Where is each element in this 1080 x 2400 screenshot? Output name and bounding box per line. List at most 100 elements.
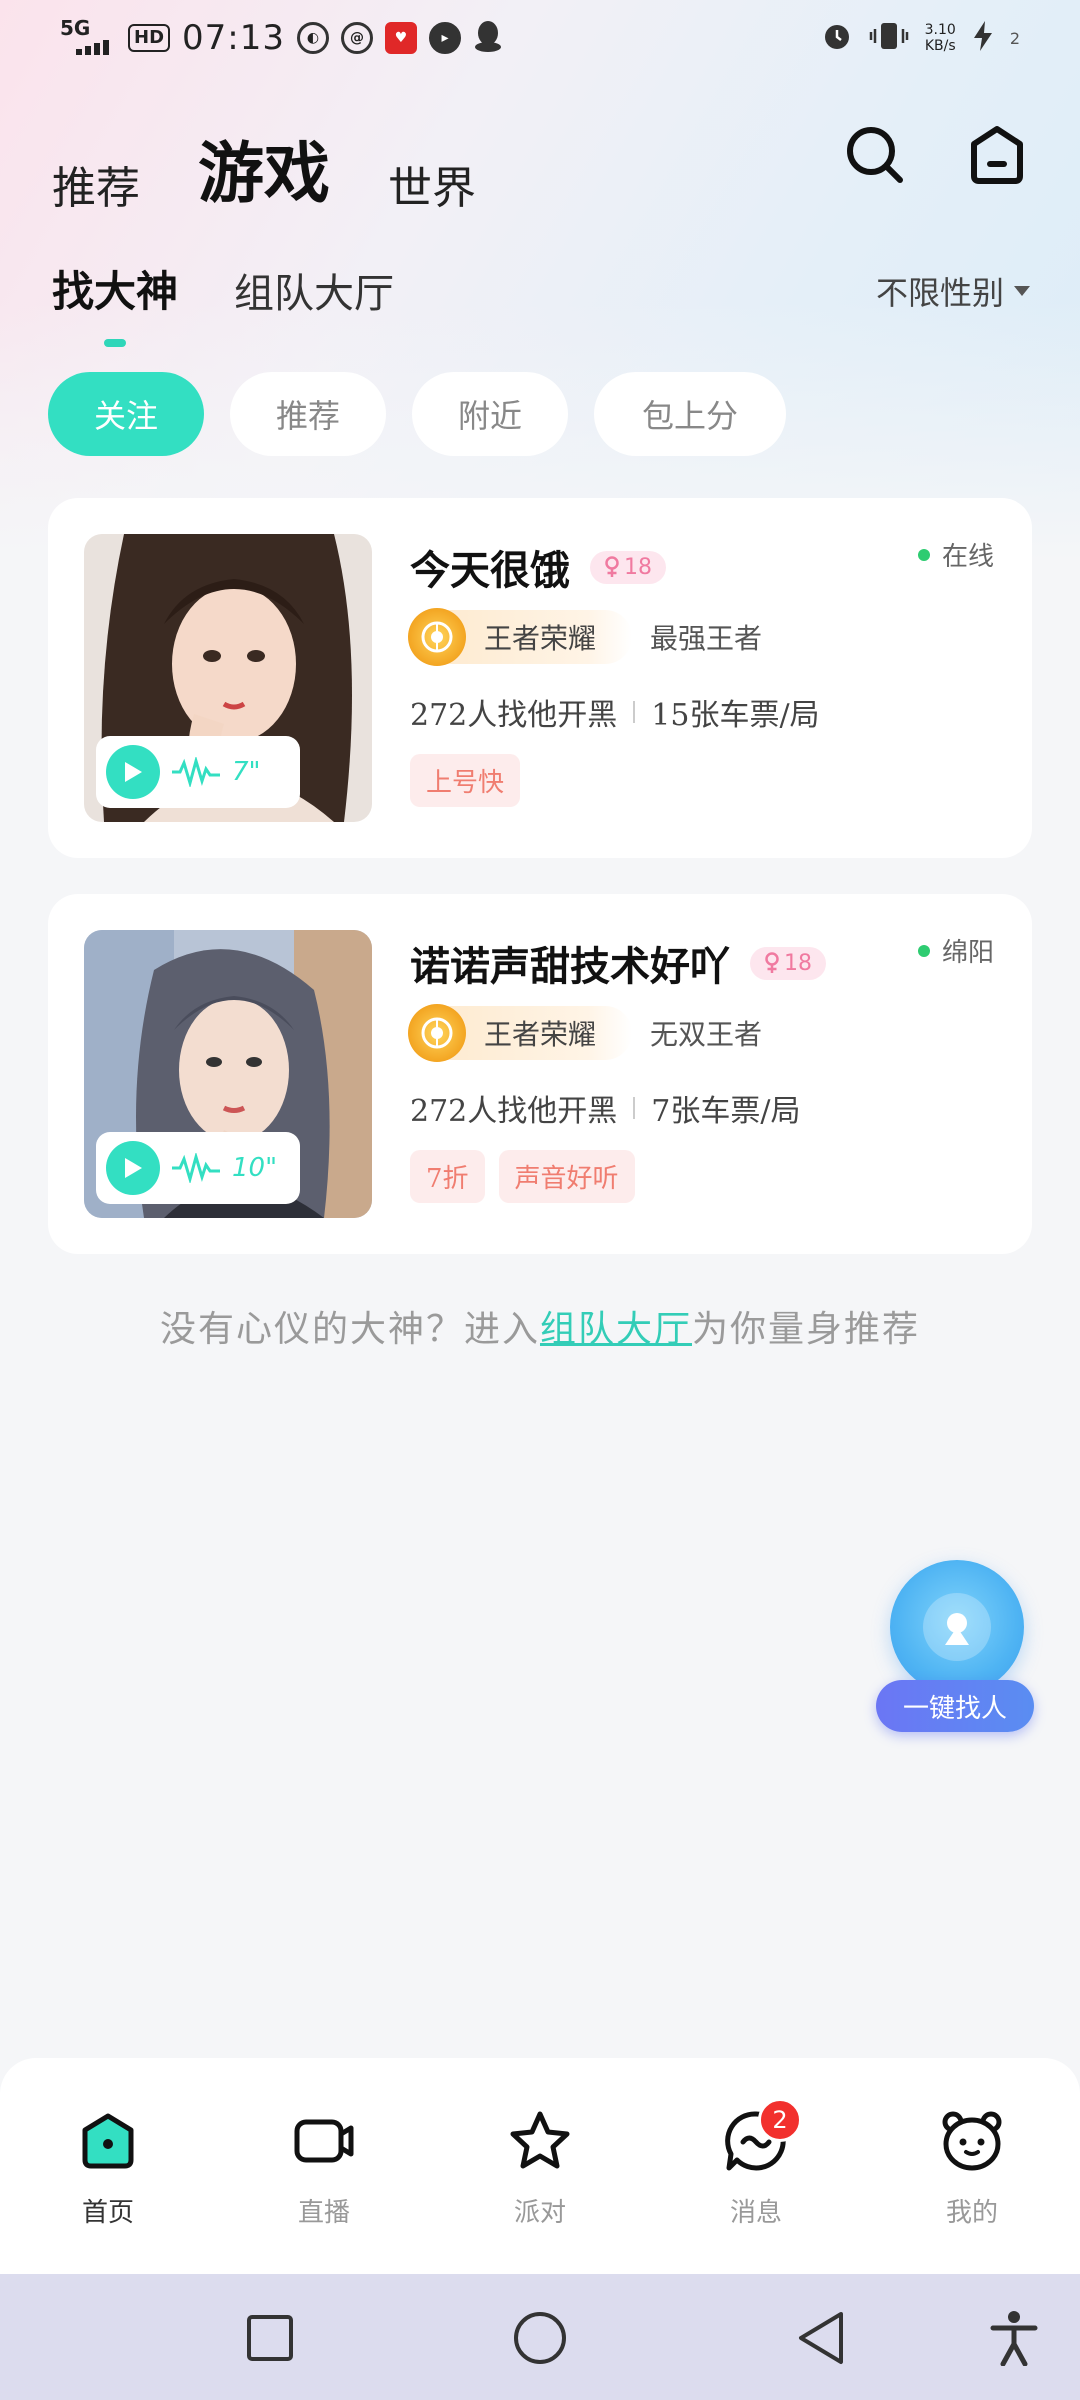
nav-profile[interactable]: 我的 xyxy=(902,2108,1042,2229)
players-count: 272人找他开黑 xyxy=(410,1094,618,1129)
nav-live[interactable]: 直播 xyxy=(254,2108,394,2229)
at-notification-icon: @ xyxy=(341,22,373,54)
app-red-icon: ♥ xyxy=(385,22,417,54)
search-button[interactable] xyxy=(840,120,910,190)
live-camera-icon xyxy=(294,2119,354,2163)
sub-tabs: 找大神 组队大厅 xyxy=(52,258,394,347)
voice-intro[interactable]: 7" xyxy=(96,736,300,808)
app-notification-icon: ◐ xyxy=(297,22,329,54)
pill-recommend[interactable]: 推荐 xyxy=(230,372,386,456)
back-button[interactable] xyxy=(790,2306,854,2370)
chat-notification-icon: ▸ xyxy=(429,22,461,54)
qq-penguin-icon xyxy=(473,19,503,57)
voice-duration: 10" xyxy=(232,1153,278,1183)
player-name-row: 今天很饿 18 xyxy=(410,538,666,596)
player-photo[interactable]: 7" xyxy=(84,534,372,822)
unread-badge: 2 xyxy=(758,2098,802,2142)
pill-rank-boost[interactable]: 包上分 xyxy=(594,372,786,456)
gender-filter-label: 不限性别 xyxy=(875,274,1004,312)
tab-team-hall[interactable]: 组队大厅 xyxy=(234,261,394,319)
alarm-icon xyxy=(821,20,853,56)
home-room-icon xyxy=(971,126,1023,184)
nav-party[interactable]: 派对 xyxy=(470,2108,610,2229)
status-bar: 5G HD 07:13 ◐ @ ♥ ▸ 3.10 KB/s 2 xyxy=(0,0,1080,80)
home-system-button[interactable] xyxy=(508,2306,572,2370)
back-triangle-icon xyxy=(799,2312,843,2364)
divider xyxy=(633,701,636,723)
player-tags: 7折 声音好听 xyxy=(410,1150,635,1203)
player-name-row: 诺诺声甜技术好吖 18 xyxy=(410,934,826,992)
square-icon xyxy=(247,2315,293,2361)
tab-games[interactable]: 游戏 xyxy=(198,120,330,216)
online-dot-icon xyxy=(917,548,930,561)
play-icon xyxy=(106,1141,160,1195)
game-badge: 王者荣耀 xyxy=(408,608,633,666)
home-icon xyxy=(82,2113,134,2169)
game-logo-icon xyxy=(408,1004,466,1062)
team-hall-link[interactable]: 组队大厅 xyxy=(540,1309,692,1350)
waveform-icon xyxy=(170,1153,222,1183)
divider xyxy=(633,1097,636,1119)
search-icon xyxy=(847,127,903,183)
hd-badge: HD xyxy=(128,24,171,52)
top-tabs: 推荐 游戏 世界 xyxy=(52,120,476,216)
clock: 07:13 xyxy=(182,18,285,58)
accessibility-button[interactable] xyxy=(982,2306,1046,2370)
room-button[interactable] xyxy=(962,120,1032,190)
gender-filter-dropdown[interactable]: 不限性别 xyxy=(876,268,1030,314)
profile-bear-icon xyxy=(942,2111,1002,2171)
tab-recommend[interactable]: 推荐 xyxy=(52,152,140,216)
price: 15张车票/局 xyxy=(651,698,820,733)
online-status: 在线 xyxy=(917,536,994,573)
quick-match-button[interactable]: 一键找人 xyxy=(876,1560,1036,1740)
system-navigation-bar xyxy=(0,2274,1080,2400)
voice-duration: 7" xyxy=(232,757,261,787)
pill-nearby[interactable]: 附近 xyxy=(412,372,568,456)
player-rank: 最强王者 xyxy=(650,622,763,655)
pill-follow[interactable]: 关注 xyxy=(48,372,204,456)
waveform-icon xyxy=(170,757,222,787)
game-badge: 王者荣耀 xyxy=(408,1004,633,1062)
signal-indicator: 5G xyxy=(60,18,116,58)
player-photo[interactable]: 10" xyxy=(84,930,372,1218)
charging-icon xyxy=(972,20,994,56)
caret-down-icon xyxy=(1014,286,1030,296)
filter-pills: 关注 推荐 附近 包上分 xyxy=(48,372,786,456)
party-star-icon xyxy=(510,2111,570,2169)
battery-level: 2 xyxy=(1009,28,1020,48)
tab-world[interactable]: 世界 xyxy=(388,152,476,216)
player-stats: 272人找他开黑 7张车票/局 xyxy=(410,1086,800,1130)
vibrate-icon xyxy=(869,20,909,56)
tag: 声音好听 xyxy=(498,1150,635,1203)
game-row: 王者荣耀 无双王者 xyxy=(408,1004,763,1062)
online-dot-icon xyxy=(917,944,930,957)
tag: 7折 xyxy=(410,1150,485,1203)
location-pin-icon xyxy=(890,1560,1024,1694)
bottom-navigation: 首页 直播 派对 消息 2 我的 xyxy=(0,2058,1080,2274)
female-icon xyxy=(605,556,619,577)
player-rank: 无双王者 xyxy=(650,1018,763,1051)
network-speed: 3.10 KB/s xyxy=(924,22,956,54)
game-row: 王者荣耀 最强王者 xyxy=(408,608,763,666)
game-logo-icon xyxy=(408,608,466,666)
player-card[interactable]: 7" 今天很饿 18 在线 王者荣耀 最强王者 272人找他开黑 15张车票/局… xyxy=(48,498,1032,858)
player-name: 今天很饿 xyxy=(410,547,570,594)
age-badge: 18 xyxy=(750,946,826,980)
network-type: 5G xyxy=(60,16,91,40)
quick-match-label: 一键找人 xyxy=(876,1680,1034,1732)
player-card[interactable]: 10" 诺诺声甜技术好吖 18 绵阳 王者荣耀 无双王者 272人找他开黑 7张… xyxy=(48,894,1032,1254)
age-badge: 18 xyxy=(590,550,666,584)
recent-apps-button[interactable] xyxy=(238,2306,302,2370)
player-tags: 上号快 xyxy=(410,754,521,807)
voice-intro[interactable]: 10" xyxy=(96,1132,300,1204)
nav-messages[interactable]: 消息 2 xyxy=(686,2098,826,2229)
player-name: 诺诺声甜技术好吖 xyxy=(410,943,730,990)
players-count: 272人找他开黑 xyxy=(410,698,618,733)
accessibility-icon xyxy=(990,2311,1038,2366)
tab-find-master[interactable]: 找大神 xyxy=(52,258,178,347)
location-status: 绵阳 xyxy=(917,932,994,969)
circle-icon xyxy=(514,2312,566,2364)
recommend-hint: 没有心仪的大神？进入组队大厅为你量身推荐 xyxy=(159,1309,921,1350)
player-stats: 272人找他开黑 15张车票/局 xyxy=(410,690,820,734)
nav-home[interactable]: 首页 xyxy=(38,2108,178,2229)
